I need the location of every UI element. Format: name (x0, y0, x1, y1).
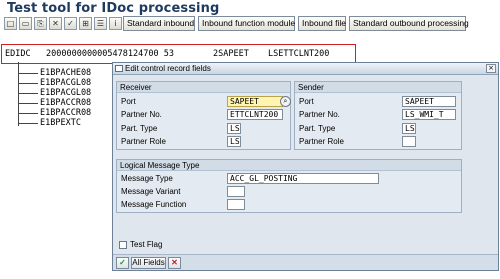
test-flag-label: Test Flag (130, 240, 163, 249)
confirm-check-icon[interactable]: ✓ (116, 257, 129, 269)
inbound-file-button[interactable]: Inbound file (298, 16, 346, 31)
sender-partner-no-field[interactable]: LS_WMI_T (402, 109, 456, 120)
message-type-label: Message Type (121, 174, 173, 183)
standard-outbound-processing-button[interactable]: Standard outbound processing (349, 16, 469, 31)
open-icon[interactable]: ▭ (19, 17, 32, 30)
message-variant-field[interactable] (227, 186, 245, 197)
sender-part-type-label: Part. Type (299, 124, 336, 133)
inbound-function-module-button[interactable]: Inbound function module (198, 16, 295, 31)
sender-part-type-field[interactable]: LS (402, 123, 416, 134)
toolbar: □ ▭ ⎘ ✕ ✓ ⊞ ☰ i Standard inbound Inbound… (4, 16, 498, 32)
window-icon (115, 65, 123, 72)
tree-segment[interactable]: E1BPACCR08 (40, 98, 91, 108)
receiver-part-type-label: Part. Type (121, 124, 158, 133)
receiver-port-field[interactable]: SAPEET (227, 96, 283, 107)
sender-group-header: Sender (295, 82, 461, 93)
tree-segment[interactable]: E1BPACGL08 (40, 78, 91, 88)
delete-icon[interactable]: ✕ (49, 17, 62, 30)
receiver-group-header: Receiver (117, 82, 290, 93)
standard-inbound-button[interactable]: Standard inbound (123, 16, 195, 31)
test-flag-checkbox[interactable] (119, 241, 127, 249)
edit-control-record-dialog: Edit control record fields × Receiver Po… (112, 62, 499, 271)
all-fields-button[interactable]: All Fields (131, 257, 166, 269)
dialog-title: Edit control record fields (125, 64, 211, 73)
check-icon[interactable]: ✓ (64, 17, 77, 30)
tree-connector (18, 62, 19, 126)
tree-icon[interactable]: ⊞ (79, 17, 92, 30)
control-record-number: 2000000000005478124700 53 (46, 49, 174, 59)
control-record-receiver: LSETTCLNT200 (268, 49, 330, 59)
receiver-partner-role-field[interactable]: LS (227, 136, 241, 147)
sender-partner-role-field[interactable] (402, 136, 416, 147)
tree-segment[interactable]: E1BPEXTC (40, 118, 81, 128)
tree-segment[interactable]: E1BPACCR08 (40, 108, 91, 118)
page-title: Test tool for IDoc processing (7, 1, 220, 16)
value-help-icon[interactable]: ⌕ (280, 96, 291, 107)
receiver-part-type-field[interactable]: LS (227, 123, 241, 134)
message-function-label: Message Function (121, 200, 187, 209)
receiver-group: Receiver Port SAPEET ⌕ Partner No. ETTCL… (116, 81, 291, 150)
cancel-x-icon[interactable]: ✕ (168, 257, 181, 269)
sender-partner-no-label: Partner No. (299, 110, 340, 119)
sender-partner-role-label: Partner Role (299, 137, 344, 146)
receiver-partner-role-label: Partner Role (121, 137, 166, 146)
receiver-partner-no-field[interactable]: ETTCLNT200 (227, 109, 283, 120)
message-type-field[interactable]: ACC_GL_POSTING (227, 173, 379, 184)
all-fields-label: All Fields (132, 258, 165, 267)
message-function-field[interactable] (227, 199, 245, 210)
dialog-title-bar: Edit control record fields (113, 63, 498, 75)
info-icon[interactable]: i (109, 17, 122, 30)
sender-port-field[interactable]: SAPEET (402, 96, 456, 107)
dialog-footer: ✓ All Fields ✕ (113, 254, 498, 270)
logical-message-group: Logical Message Type Message Type ACC_GL… (116, 159, 462, 213)
receiver-partner-no-label: Partner No. (121, 110, 162, 119)
list-icon[interactable]: ☰ (94, 17, 107, 30)
receiver-port-label: Port (121, 97, 136, 106)
tree-segment[interactable]: E1BPACHE08 (40, 68, 91, 78)
new-icon[interactable]: □ (4, 17, 17, 30)
copy-icon[interactable]: ⎘ (34, 17, 47, 30)
logical-message-group-header: Logical Message Type (117, 160, 461, 171)
sender-group: Sender Port SAPEET Partner No. LS_WMI_T … (294, 81, 462, 150)
message-variant-label: Message Variant (121, 187, 181, 196)
control-record-segment[interactable]: EDIDC (5, 49, 31, 59)
tree-segment[interactable]: E1BPACGL08 (40, 88, 91, 98)
close-icon[interactable]: × (486, 64, 496, 73)
sender-port-label: Port (299, 97, 314, 106)
control-record-sender: 2SAPEET (213, 49, 249, 59)
